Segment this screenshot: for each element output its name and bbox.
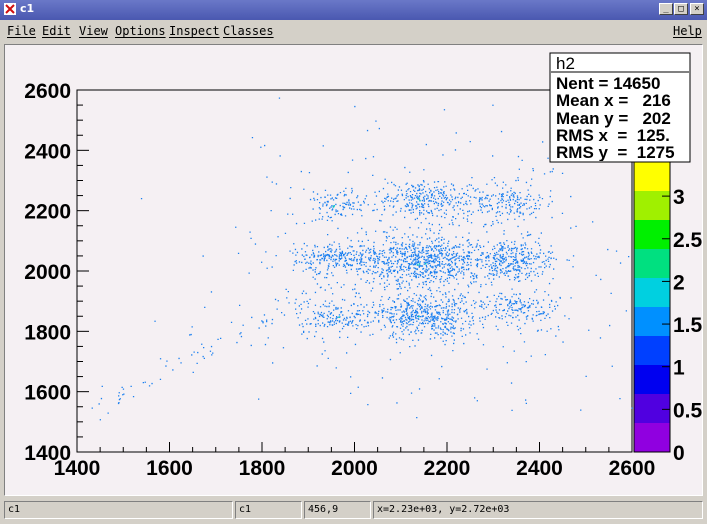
palette-band <box>634 423 670 453</box>
status-bar: c1 c1 456,9 x=2.23e+03, y=2.72e+03 <box>0 499 707 521</box>
palette-label: 0.5 <box>673 399 702 422</box>
canvas-c1[interactable]: 1400 1600 1800 2000 2200 2400 2600 14001600180… <box>5 45 703 495</box>
x-tick-label: 2600 <box>609 457 656 480</box>
palette-band <box>634 220 670 250</box>
window-title: c1 <box>20 2 35 15</box>
title-bar: c1 _ □ × <box>0 0 707 20</box>
y-tick-label: 1600 <box>24 382 71 405</box>
palette-band <box>634 162 670 192</box>
status-canvas: c1 <box>235 501 302 519</box>
menu-classes[interactable]: Classes <box>223 24 274 38</box>
y-tick-label: 2400 <box>24 140 71 163</box>
palette-band <box>634 307 670 337</box>
minimize-button[interactable]: _ <box>659 3 673 15</box>
y-tick-label: 1400 <box>24 442 71 465</box>
palette-label: 1 <box>673 357 685 380</box>
palette-label: 2.5 <box>673 229 702 252</box>
x-tick-label: 2200 <box>424 457 471 480</box>
stats-mean-x: Mean x = 216 <box>556 91 671 110</box>
menu-help[interactable]: Help <box>673 24 702 38</box>
palette-band <box>634 336 670 366</box>
maximize-button[interactable]: □ <box>674 3 688 15</box>
palette-band <box>634 278 670 308</box>
x-tick-label: 1600 <box>146 457 193 480</box>
stats-rms-y: RMS y = 1275 <box>556 143 675 162</box>
menu-inspect[interactable]: Inspect <box>169 24 220 38</box>
palette-band <box>634 191 670 221</box>
x-tick-label: 2000 <box>331 457 378 480</box>
close-button[interactable]: × <box>690 3 704 15</box>
palette-label: 2 <box>673 271 685 294</box>
menu-options[interactable]: Options <box>115 24 166 38</box>
y-tick-label: 2000 <box>24 261 71 284</box>
status-coords: x=2.23e+03, y=2.72e+03 <box>373 501 703 519</box>
stats-box[interactable]: h2 Nent = 14650 Mean x = 216 Mean y = 20… <box>549 52 691 163</box>
status-object: c1 <box>4 501 233 519</box>
y-tick-label: 2600 <box>24 80 71 103</box>
canvas-frame: 1400 1600 1800 2000 2200 2400 2600 1400 1600 180… <box>4 44 703 496</box>
status-pixel: 456,9 <box>304 501 371 519</box>
root-app-icon <box>4 3 16 15</box>
palette-label: 3 <box>673 186 685 209</box>
stats-name: h2 <box>556 54 575 73</box>
menu-edit[interactable]: Edit <box>42 24 71 38</box>
plot-frame <box>76 89 633 453</box>
x-tick-label: 2400 <box>516 457 563 480</box>
menu-view[interactable]: View <box>79 24 108 38</box>
menu-file[interactable]: File <box>7 24 36 38</box>
y-tick-label: 1800 <box>24 321 71 344</box>
x-tick-label: 1800 <box>239 457 286 480</box>
palette-band <box>634 249 670 279</box>
menu-bar: File Edit View Options Inspect Classes H… <box>0 20 707 42</box>
palette-label: 0 <box>673 442 685 465</box>
palette-band <box>634 365 670 395</box>
y-tick-label: 2200 <box>24 201 71 224</box>
palette-band <box>634 394 670 424</box>
palette-label: 1.5 <box>673 314 702 337</box>
